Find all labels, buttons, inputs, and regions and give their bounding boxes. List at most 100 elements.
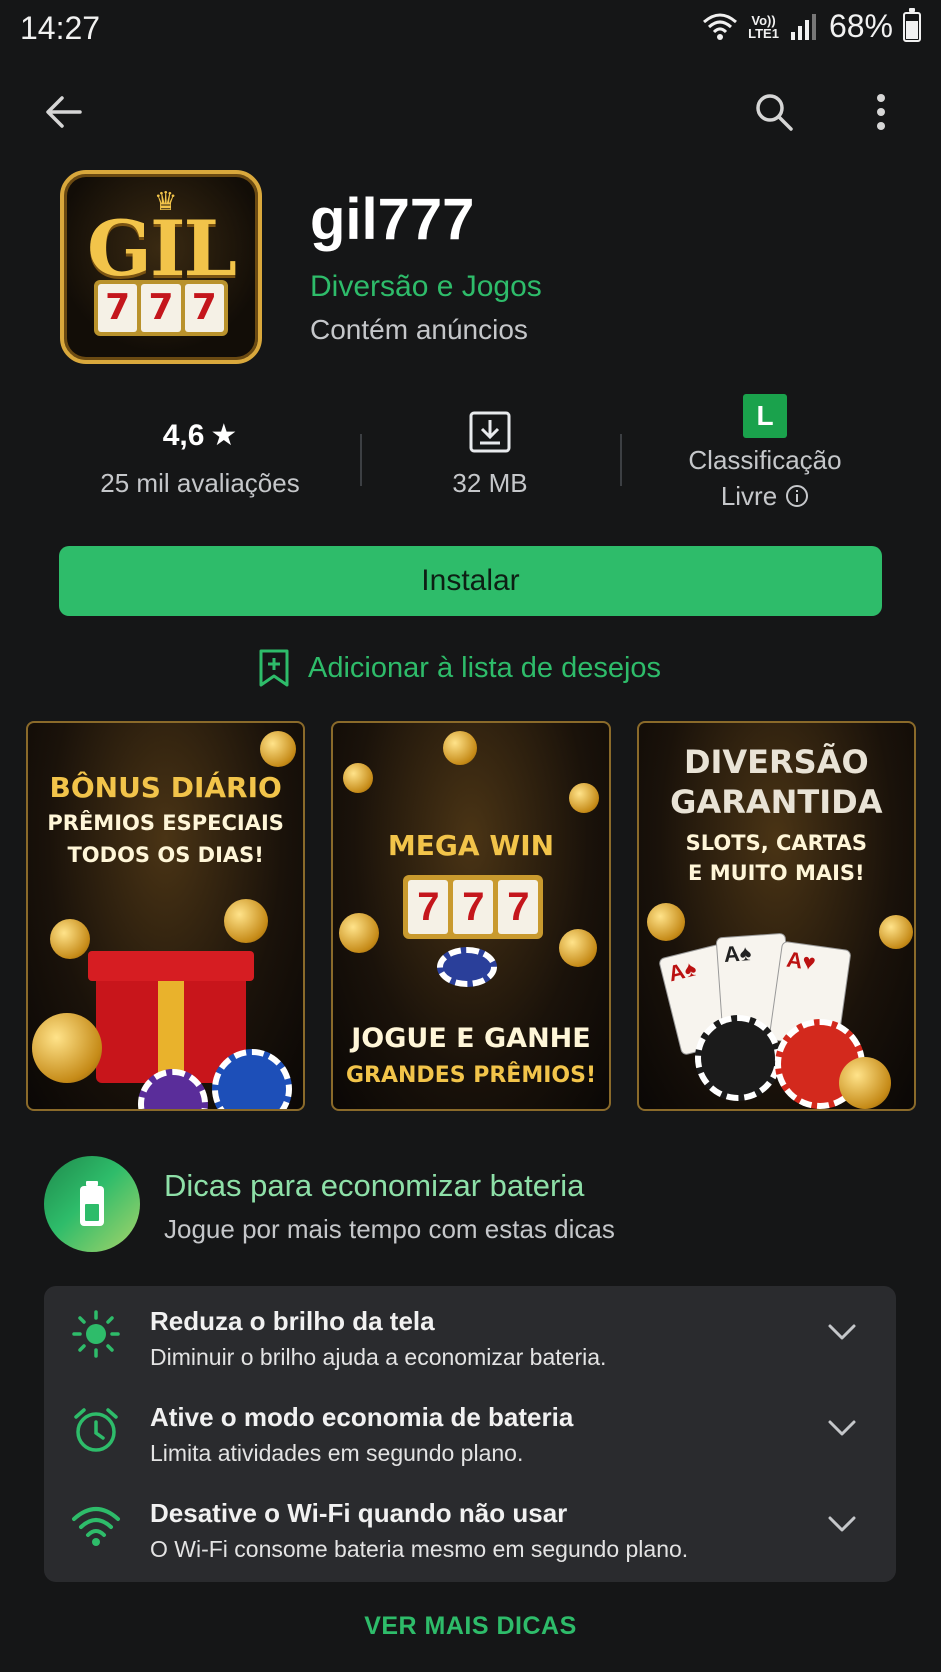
tip-description: Diminuir o brilho ajuda a economizar bat… — [150, 1344, 607, 1370]
coin-image — [260, 731, 296, 767]
wifi-icon-svg — [72, 1507, 120, 1546]
size-stat: 32 MB — [380, 410, 600, 501]
status-time: 14:27 — [20, 10, 101, 46]
screenshot-mega-win[interactable]: MEGA WIN 7 7 7 JOGUE E GANHE GRANDES PRÊ… — [331, 721, 611, 1111]
add-to-wishlist-button[interactable]: Adicionar à lista de desejos — [258, 646, 661, 690]
info-icon[interactable] — [785, 484, 809, 508]
network-type-label: Vo)) LTE1 — [748, 14, 779, 40]
tip-description: O Wi-Fi consome bateria mesmo em segundo… — [150, 1536, 689, 1562]
coin-image — [343, 763, 374, 793]
wishlist-label: Adicionar à lista de desejos — [308, 651, 662, 684]
alarm-clock-icon-svg — [74, 1408, 118, 1452]
coin-image — [32, 1013, 102, 1083]
tip-item-battery-saver[interactable]: Ative o modo economia de bateria Limita … — [44, 1382, 896, 1472]
screenshot-subline: PRÊMIOS ESPECIAIS — [47, 811, 284, 835]
see-more-tips-button[interactable]: VER MAIS DICAS — [0, 1612, 941, 1641]
screenshot-daily-bonus[interactable]: BÔNUS DIÁRIO PRÊMIOS ESPECIAIS TODOS OS … — [26, 721, 306, 1111]
reel: 7 — [453, 880, 494, 934]
tip-title: Reduza o brilho da tela — [150, 1306, 435, 1336]
screenshot-headline: BÔNUS DIÁRIO — [49, 771, 282, 804]
screenshot-headline: DIVERSÃO — [683, 743, 869, 781]
back-button[interactable] — [36, 84, 92, 140]
screenshot-guaranteed-fun[interactable]: DIVERSÃO GARANTIDA SLOTS, CARTAS E MUITO… — [636, 721, 916, 1111]
rating-stat[interactable]: 4,6 ★ 25 mil avaliações — [70, 418, 330, 501]
coin-image — [50, 919, 90, 959]
tip-item-wifi[interactable]: Desative o Wi-Fi quando não usar O Wi-Fi… — [44, 1478, 896, 1568]
app-icon: ♛ GIL 7 7 7 — [60, 170, 262, 364]
tip-item-brightness[interactable]: Reduza o brilho da tela Diminuir o brilh… — [44, 1286, 896, 1376]
app-bar — [0, 80, 941, 144]
poker-chip-image — [694, 1015, 781, 1101]
search-button[interactable] — [746, 84, 802, 140]
battery-icon — [80, 1181, 104, 1226]
wifi-status-icon — [703, 13, 738, 40]
reel: 7 — [498, 880, 539, 934]
star-icon: ★ — [210, 419, 238, 452]
battery-percent: 68% — [828, 8, 893, 44]
status-icons: Vo)) LTE1 68% — [702, 7, 921, 45]
reel: 7 — [184, 284, 224, 332]
install-button[interactable]: Instalar — [59, 546, 882, 616]
more-vert-icon — [877, 94, 885, 130]
coin-image — [224, 899, 268, 943]
screenshot-carousel[interactable]: BÔNUS DIÁRIO PRÊMIOS ESPECIAIS TODOS OS … — [26, 721, 916, 1111]
screenshot-subline: TODOS OS DIAS! — [67, 843, 264, 867]
screenshot-headline: JOGUE E GANHE — [351, 1023, 591, 1054]
screenshot-headline: GARANTIDA — [670, 783, 883, 821]
chevron-down-icon[interactable] — [824, 1506, 860, 1542]
status-bar: 14:27 Vo)) LTE1 68% — [0, 0, 941, 56]
battery-tips-title: Dicas para economizar bateria — [164, 1168, 585, 1203]
reel: 7 — [408, 880, 449, 934]
slot-reels: 7 7 7 — [403, 875, 544, 939]
battery-icon — [903, 7, 921, 42]
rating-value: 4,6 — [162, 418, 205, 452]
tip-description: Limita atividades em segundo plano. — [150, 1440, 524, 1466]
ads-notice: Contém anúncios — [310, 314, 528, 345]
review-count: 25 mil avaliações — [100, 468, 300, 498]
content-rating-line2: Livre — [720, 481, 778, 511]
app-title: gil777 — [310, 187, 475, 252]
coin-image — [878, 915, 913, 949]
battery-level-fill — [906, 20, 918, 39]
alarm-clock-icon — [70, 1404, 122, 1456]
content-rating-line1: Classificação — [688, 445, 842, 475]
content-rating-badge: L — [743, 394, 787, 438]
reel: 7 — [98, 284, 138, 332]
reel: 7 — [141, 284, 181, 332]
coin-image — [646, 903, 685, 941]
coin-image — [339, 913, 380, 953]
arrow-back-icon — [46, 96, 82, 128]
battery-tips-list: Reduza o brilho da tela Diminuir o brilh… — [44, 1286, 896, 1582]
tip-title: Ative o modo economia de bateria — [150, 1402, 574, 1432]
brightness-icon-svg — [72, 1310, 120, 1358]
more-options-button[interactable] — [853, 84, 909, 140]
chevron-down-icon[interactable] — [824, 1410, 860, 1446]
content-rating-line2-row: Livre — [721, 478, 809, 514]
bookmark-add-icon — [259, 649, 289, 687]
screenshot-subline: E MUITO MAIS! — [688, 861, 865, 885]
developer-link[interactable]: Diversão e Jogos — [310, 270, 542, 304]
rating-value-row: 4,6 ★ — [163, 418, 238, 453]
chevron-down-icon[interactable] — [824, 1314, 860, 1350]
battery-tips-icon — [44, 1156, 140, 1252]
signal-icon — [790, 13, 816, 40]
search-icon — [756, 94, 793, 131]
tip-title: Desative o Wi-Fi quando não usar — [150, 1498, 568, 1528]
network-label-top: Vo)) — [751, 12, 776, 28]
wifi-icon — [70, 1500, 122, 1552]
brightness-icon — [70, 1308, 122, 1360]
stat-divider — [360, 434, 362, 486]
battery-tips-subtitle: Jogue por mais tempo com estas dicas — [164, 1214, 615, 1244]
screenshot-headline: MEGA WIN — [387, 829, 555, 862]
content-rating-label: Classificação Livre — [640, 442, 890, 514]
coin-image — [838, 1057, 891, 1109]
coin-image — [559, 929, 598, 967]
coin-image — [443, 731, 478, 765]
screenshot-subline: SLOTS, CARTAS — [685, 831, 867, 855]
network-label-bottom: LTE1 — [748, 25, 779, 41]
app-stats: 4,6 ★ 25 mil avaliações 32 MB L Classifi… — [0, 390, 941, 520]
download-size-icon — [469, 411, 511, 453]
poker-chip-image — [437, 947, 498, 987]
app-icon-reels: 7 7 7 — [94, 280, 228, 336]
content-rating-stat[interactable]: L Classificação Livre — [640, 394, 890, 514]
